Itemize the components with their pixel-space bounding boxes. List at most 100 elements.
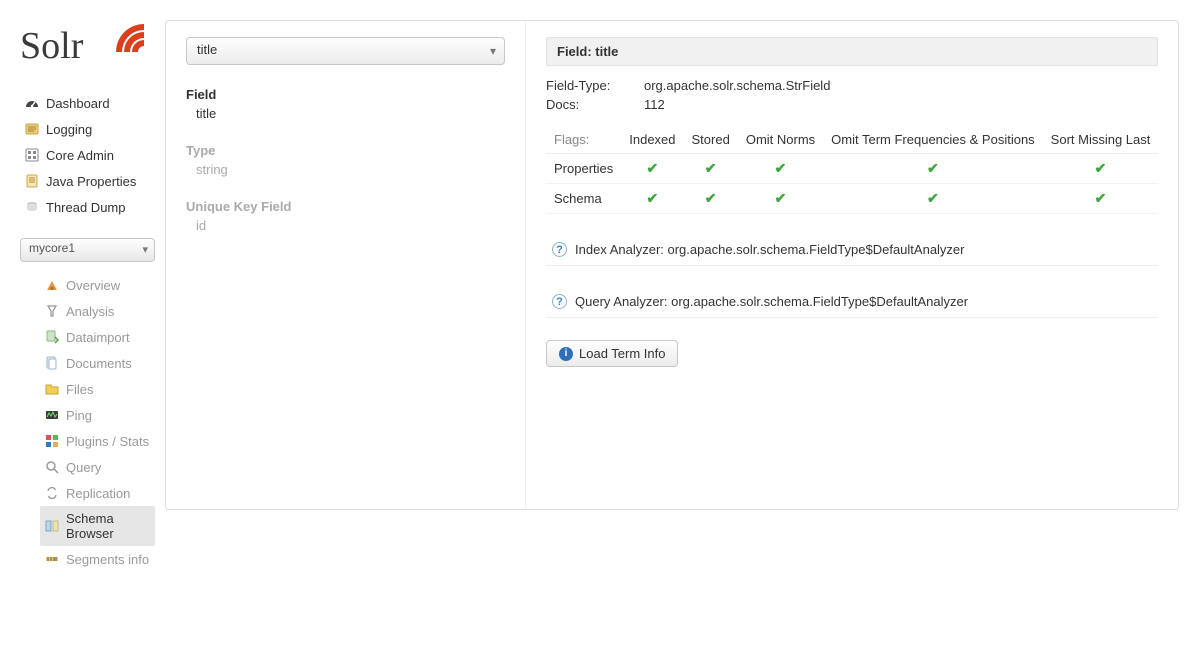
flag-cell: ✔: [684, 184, 738, 214]
flag-cell: ✔: [684, 154, 738, 184]
flag-row: Schema ✔ ✔ ✔ ✔ ✔: [546, 184, 1158, 214]
check-icon: ✔: [775, 160, 787, 176]
nav-item-thread-dump[interactable]: Thread Dump: [20, 194, 155, 220]
subnav-item-label: Schema Browser: [66, 511, 151, 541]
subnav-item-label: Segments info: [66, 552, 149, 567]
subnav-item-label: Ping: [66, 408, 92, 423]
subnav-item-overview[interactable]: Overview: [40, 272, 155, 298]
segments-icon: [44, 551, 60, 567]
ukf-value: id: [186, 218, 505, 233]
subnav-item-ping[interactable]: Ping: [40, 402, 155, 428]
nav-item-label: Core Admin: [46, 148, 114, 163]
query-analyzer-text: Query Analyzer: org.apache.solr.schema.F…: [575, 294, 968, 309]
dataimport-icon: [44, 329, 60, 345]
flag-cell: ✔: [738, 184, 823, 214]
nav-item-label: Java Properties: [46, 174, 136, 189]
field-label: Field: [186, 87, 505, 102]
nav-item-label: Dashboard: [46, 96, 110, 111]
ping-icon: [44, 407, 60, 423]
subnav-item-label: Overview: [66, 278, 120, 293]
subnav-item-segments-info[interactable]: Segments info: [40, 546, 155, 572]
subnav-item-replication[interactable]: Replication: [40, 480, 155, 506]
flag-col-header: Indexed: [621, 126, 683, 154]
thread-dump-icon: [24, 199, 40, 215]
check-icon: ✔: [1095, 190, 1107, 206]
flag-col-header: Omit Term Frequencies & Positions: [823, 126, 1043, 154]
analysis-icon: [44, 303, 60, 319]
content: title Field title Type string Unique Key…: [165, 0, 1187, 582]
flag-row-label: Schema: [546, 184, 621, 214]
logo: Solr: [20, 10, 155, 90]
logging-icon: [24, 121, 40, 137]
core-sub-nav: Overview Analysis Dataimport Documents Files…: [40, 272, 155, 572]
core-selector[interactable]: mycore1: [20, 238, 155, 262]
subnav-item-label: Plugins / Stats: [66, 434, 149, 449]
check-icon: ✔: [647, 190, 659, 206]
subnav-item-schema-browser[interactable]: Schema Browser: [40, 506, 155, 546]
core-admin-icon: [24, 147, 40, 163]
subnav-item-plugins-stats[interactable]: Plugins / Stats: [40, 428, 155, 454]
documents-icon: [44, 355, 60, 371]
flag-row-label: Properties: [546, 154, 621, 184]
ukf-label: Unique Key Field: [186, 199, 505, 214]
check-icon: ✔: [927, 190, 939, 206]
subnav-item-label: Dataimport: [66, 330, 130, 345]
plugins-icon: [44, 433, 60, 449]
files-icon: [44, 381, 60, 397]
main-nav: Dashboard Logging Core Admin Java Propertie…: [20, 90, 155, 220]
info-icon: i: [559, 347, 573, 361]
subnav-item-label: Query: [66, 460, 101, 475]
field-value: title: [186, 106, 505, 121]
check-icon: ✔: [647, 160, 659, 176]
subnav-item-documents[interactable]: Documents: [40, 350, 155, 376]
help-icon: ?: [552, 294, 567, 309]
dashboard-icon: [24, 95, 40, 111]
flag-cell: ✔: [1043, 184, 1159, 214]
check-icon: ✔: [705, 190, 717, 206]
type-label: Type: [186, 143, 505, 158]
nav-item-dashboard[interactable]: Dashboard: [20, 90, 155, 116]
check-icon: ✔: [705, 160, 717, 176]
nav-item-core-admin[interactable]: Core Admin: [20, 142, 155, 168]
replication-icon: [44, 485, 60, 501]
nav-item-label: Logging: [46, 122, 92, 137]
schema-right-panel: Field: title Field-Type: org.apache.solr…: [526, 21, 1178, 509]
field-header: Field: title: [546, 37, 1158, 66]
check-icon: ✔: [775, 190, 787, 206]
svg-text:Solr: Solr: [20, 25, 84, 67]
docs-label: Docs:: [546, 97, 644, 112]
flag-col-header: Stored: [684, 126, 738, 154]
flag-cell: ✔: [1043, 154, 1159, 184]
subnav-item-files[interactable]: Files: [40, 376, 155, 402]
subnav-item-dataimport[interactable]: Dataimport: [40, 324, 155, 350]
schema-left-panel: title Field title Type string Unique Key…: [166, 21, 526, 509]
java-properties-icon: [24, 173, 40, 189]
flags-table: Flags:IndexedStoredOmit NormsOmit Term F…: [546, 126, 1158, 214]
subnav-item-label: Documents: [66, 356, 132, 371]
field-select[interactable]: title: [186, 37, 505, 65]
index-analyzer-row[interactable]: ? Index Analyzer: org.apache.solr.schema…: [546, 234, 1158, 266]
load-term-info-button[interactable]: i Load Term Info: [546, 340, 678, 367]
docs-value: 112: [644, 97, 665, 112]
subnav-item-label: Analysis: [66, 304, 114, 319]
flag-row: Properties ✔ ✔ ✔ ✔ ✔: [546, 154, 1158, 184]
index-analyzer-text: Index Analyzer: org.apache.solr.schema.F…: [575, 242, 965, 257]
nav-item-java-properties[interactable]: Java Properties: [20, 168, 155, 194]
sidebar: Solr Dashboard Logging Core Admin Java Prop…: [0, 0, 165, 582]
nav-item-logging[interactable]: Logging: [20, 116, 155, 142]
flag-cell: ✔: [823, 154, 1043, 184]
load-term-info-label: Load Term Info: [579, 346, 665, 361]
subnav-item-query[interactable]: Query: [40, 454, 155, 480]
query-analyzer-row[interactable]: ? Query Analyzer: org.apache.solr.schema…: [546, 286, 1158, 318]
field-type-value: org.apache.solr.schema.StrField: [644, 78, 830, 93]
check-icon: ✔: [927, 160, 939, 176]
subnav-item-label: Replication: [66, 486, 130, 501]
field-select-value: title: [197, 42, 217, 57]
field-type-label: Field-Type:: [546, 78, 644, 93]
flag-cell: ✔: [621, 184, 683, 214]
flag-cell: ✔: [738, 154, 823, 184]
help-icon: ?: [552, 242, 567, 257]
subnav-item-analysis[interactable]: Analysis: [40, 298, 155, 324]
flag-col-header: Omit Norms: [738, 126, 823, 154]
subnav-item-label: Files: [66, 382, 93, 397]
